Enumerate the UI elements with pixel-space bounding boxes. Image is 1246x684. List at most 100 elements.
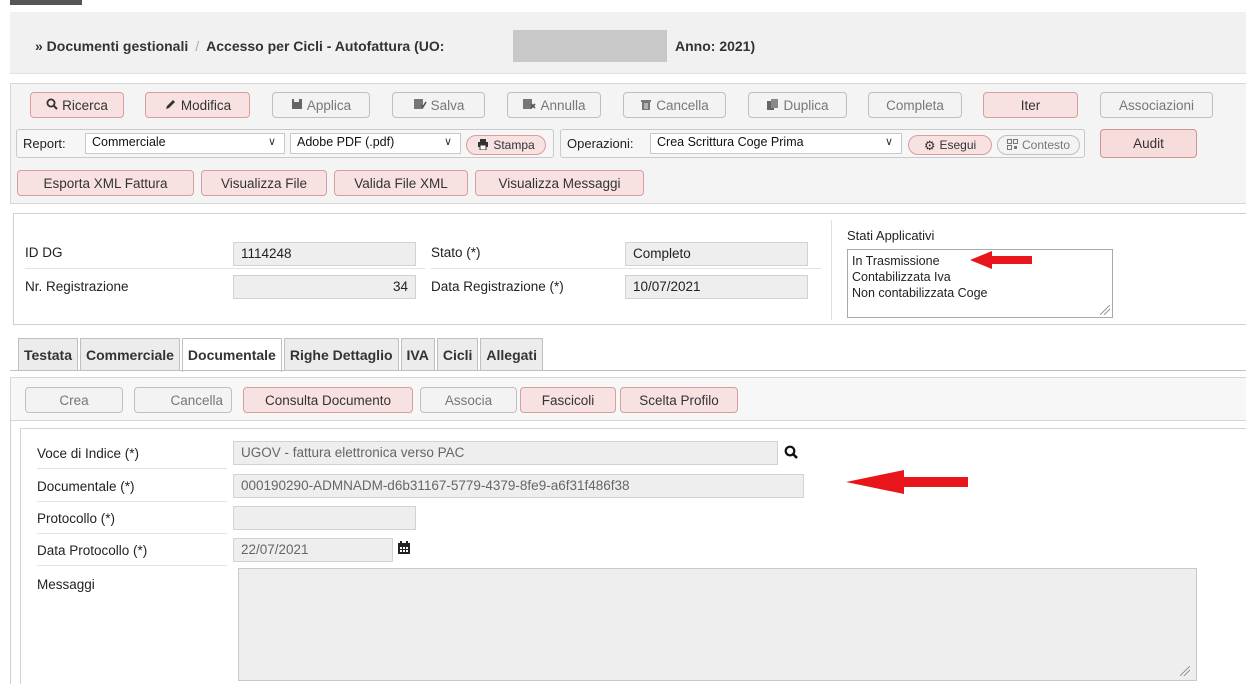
consulta-documento-button[interactable]: Consulta Documento [243,387,413,413]
annulla-label: Annulla [540,97,586,113]
search-icon [46,98,58,112]
stato-label: Stato (*) [431,245,481,260]
breadcrumb: » Documenti gestionali / Accesso per Cicli… [35,38,444,54]
stampa-label: Stampa [493,138,535,152]
protocollo-label: Protocollo (*) [37,511,116,526]
gear-icon: ⚙ [923,137,936,153]
fascicoli-button[interactable]: Fascicoli [520,387,616,413]
modifica-button[interactable]: Modifica [145,92,250,118]
doc-cancella-button[interactable]: Cancella [134,387,232,413]
operazioni-select[interactable]: Crea Scrittura Coge Prima ∨ [650,133,902,154]
messaggi-label: Messaggi [37,577,95,592]
visualizza-file-label: Visualizza File [220,175,308,191]
tab-underline [10,370,1246,371]
calendar-icon[interactable] [398,541,410,557]
ricerca-label: Ricerca [62,97,108,113]
duplica-label: Duplica [783,97,829,113]
completa-button[interactable]: Completa [868,92,962,118]
stampa-button[interactable]: Stampa [466,135,546,155]
crea-button[interactable]: Crea [25,387,123,413]
esegui-button[interactable]: ⚙ Esegui [908,135,992,155]
visualizza-messaggi-label: Visualizza Messaggi [498,175,621,191]
stato-item: Contabilizzata Iva [852,270,951,284]
audit-button[interactable]: Audit [1100,129,1197,158]
iter-button[interactable]: Iter [983,92,1078,118]
annulla-button[interactable]: Annulla [507,92,601,118]
redacted-unit [513,30,667,62]
valida-xml-label: Valida File XML [354,175,448,191]
id-dg-label: ID DG [25,245,63,260]
format-select[interactable]: Adobe PDF (.pdf) ∨ [290,133,461,154]
contesto-button[interactable]: Contesto [997,135,1080,155]
valida-xml-button[interactable]: Valida File XML [334,170,468,196]
data-registrazione-field: 10/07/2021 [625,275,808,299]
breadcrumb-root[interactable]: » Documenti gestionali [35,38,188,54]
crea-label: Crea [59,392,89,408]
tab-commerciale[interactable]: Commerciale [79,338,180,371]
data-protocollo-field[interactable]: 22/07/2021 [233,538,393,562]
field-divider [37,501,227,502]
data-registrazione-label: Data Registrazione (*) [431,279,564,294]
cancella-button[interactable]: Cancella [623,92,726,118]
tab-righe-dettaglio[interactable]: Righe Dettaglio [283,338,399,371]
format-value: Adobe PDF (.pdf) [297,135,395,149]
messaggi-textarea[interactable] [238,568,1197,681]
voce-indice-field[interactable]: UGOV - fattura elettronica verso PAC [233,441,778,465]
iter-label: Iter [1020,97,1041,113]
field-divider [25,268,425,269]
tab-cicli[interactable]: Cicli [436,338,479,371]
nr-registrazione-label: Nr. Registrazione [25,279,129,294]
page-header: » Documenti gestionali / Accesso per Cicli… [10,12,1246,74]
nr-registrazione-field: 34 [233,275,416,299]
scelta-profilo-label: Scelta Profilo [639,392,719,408]
chevron-down-icon: ∨ [443,136,452,148]
chevron-down-icon: ∨ [884,136,893,148]
tab-testata[interactable]: Testata [18,338,78,371]
salva-button[interactable]: Salva [392,92,485,118]
record-info-panel: ID DG 1114248 Nr. Registrazione 34 Stato… [13,213,1246,325]
search-icon[interactable] [784,445,798,462]
tab-documentale[interactable]: Documentale [181,338,282,372]
undo-icon [522,98,537,112]
associazioni-label: Associazioni [1118,97,1195,113]
toolbar: Ricerca Modifica Applica Salva Annulla C… [10,83,1246,204]
report-select[interactable]: Commerciale ∨ [85,133,285,154]
applica-label: Applica [306,97,352,113]
top-accent-bar [10,0,82,5]
qr-icon [1006,138,1018,152]
associazioni-button[interactable]: Associazioni [1100,92,1213,118]
id-dg-field: 1114248 [233,242,416,266]
applica-button[interactable]: Applica [272,92,370,118]
documentale-field[interactable]: 000190290-ADMNADM-d6b31167-5779-4379-8fe… [233,474,804,498]
data-protocollo-label: Data Protocollo (*) [37,543,148,558]
associa-label: Associa [444,392,493,408]
voce-indice-label: Voce di Indice (*) [37,446,140,461]
visualizza-file-button[interactable]: Visualizza File [201,170,327,196]
tab-allegati[interactable]: Allegati [480,338,543,371]
stato-field: Completo [625,242,808,266]
completa-label: Completa [886,97,944,113]
protocollo-field[interactable] [233,506,416,530]
esporta-xml-button[interactable]: Esporta XML Fattura [17,170,194,196]
tab-iva[interactable]: IVA [400,338,435,371]
duplica-button[interactable]: Duplica [748,92,847,118]
field-divider [37,468,227,469]
copy-icon [766,98,779,113]
resize-handle-icon[interactable] [1180,666,1190,676]
annotation-arrow-icon [970,251,1032,269]
visualizza-messaggi-button[interactable]: Visualizza Messaggi [475,170,644,196]
scelta-profilo-button[interactable]: Scelta Profilo [620,387,738,413]
field-divider [431,268,821,269]
resize-handle-icon[interactable] [1100,305,1110,315]
save-check-icon [413,98,427,112]
save-icon [291,98,303,112]
operazioni-label: Operazioni: [567,136,634,151]
consulta-documento-label: Consulta Documento [264,392,392,408]
report-value: Commerciale [92,135,166,149]
field-divider [37,533,227,534]
associa-button[interactable]: Associa [420,387,517,413]
panel-divider [831,220,832,320]
ricerca-button[interactable]: Ricerca [30,92,124,118]
operazioni-value: Crea Scrittura Coge Prima [657,135,804,149]
audit-label: Audit [1133,136,1164,151]
